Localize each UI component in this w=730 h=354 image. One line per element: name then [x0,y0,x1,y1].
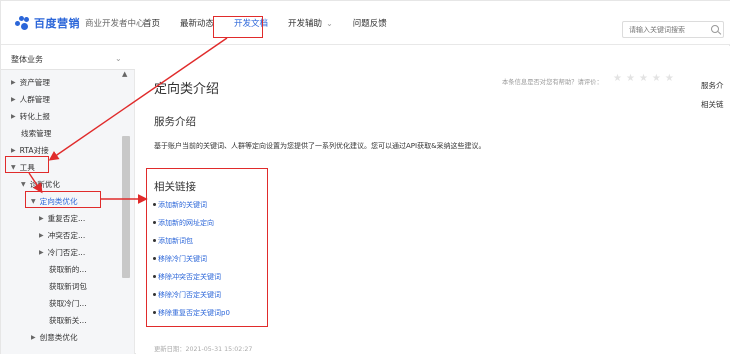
sidebar-item-asset-mgmt[interactable]: ▶ 资产管理 [11,77,50,88]
nav-home[interactable]: 首页 [143,17,160,29]
chevron-down-icon: ⌄ [115,54,122,63]
toc-item-related-links[interactable]: 相关链 [701,95,724,114]
nav-latest-news[interactable]: 最新动态 [180,17,214,29]
update-time: 更新日期：2021-05-31 15:02:27 [154,346,253,353]
sidebar-item-get-new[interactable]: 获取新的... [49,264,87,275]
sidebar-item-leads[interactable]: 线索管理 [21,128,51,139]
search-icon[interactable] [711,25,719,33]
sidebar-item-get-new-keyword[interactable]: 获取新关... [49,315,87,326]
sidebar-item-conflict-negative[interactable]: ▶ 冲突否定... [39,230,85,241]
sidebar-item-audience-mgmt[interactable]: ▶ 人群管理 [11,94,50,105]
annotation-box-related-links [146,168,268,327]
star-icon[interactable]: ★ [639,74,648,84]
sidebar-item-diagnosis[interactable]: ▼ 诊断优化 [21,179,60,190]
annotation-box-dev-docs [213,16,263,38]
sidebar-item-conversion[interactable]: ▶ 转化上报 [11,111,50,122]
caret-down-icon: ▼ [21,181,26,188]
main-nav: 首页 最新动态 开发文档 开发辅助 ⌄ 问题反馈 [143,1,407,45]
scroll-up-arrow-icon[interactable]: ▲ [122,70,127,78]
section-title-service-intro: 服务介绍 [154,116,196,128]
sidebar-item-cold-negative[interactable]: ▶ 冷门否定... [39,247,85,258]
annotation-box-targeting-opt [25,191,101,208]
sidebar-business-select[interactable]: 整体业务 ⌄ [1,46,135,70]
logo-subtitle: 商业开发者中心 [85,19,145,29]
sidebar-header-label: 整体业务 [11,55,43,64]
toc-item-service-intro[interactable]: 服务介 [701,76,724,95]
star-icon[interactable]: ★ [613,74,622,84]
sidebar-item-get-cold[interactable]: 获取冷门... [49,298,87,309]
search-box[interactable] [622,21,724,38]
nav-dev-tools[interactable]: 开发辅助 ⌄ [288,17,333,30]
caret-right-icon: ▶ [39,249,44,256]
search-input[interactable] [623,22,705,37]
baidu-marketing-logo[interactable]: 百度营销 商业开发者中心 [15,15,145,31]
caret-right-icon: ▶ [39,215,44,222]
sidebar-scrollbar[interactable] [122,136,130,278]
sidebar-item-creative-opt[interactable]: ▶ 创意类优化 [31,332,78,343]
star-icon[interactable]: ★ [626,74,635,84]
caret-right-icon: ▶ [11,79,16,86]
sidebar-item-get-new-wordpack[interactable]: 获取新词包 [49,281,87,292]
rating-stars[interactable]: ★ ★ ★ ★ ★ [613,74,674,84]
top-navbar: 百度营销 商业开发者中心 首页 最新动态 开发文档 开发辅助 ⌄ 问题反馈 [1,1,730,45]
chevron-down-icon: ⌄ [326,18,333,28]
section-description: 基于账户当前的关键词、人群等定向设置为您提供了一系列优化建议。您可以通过API获… [154,142,486,150]
caret-right-icon: ▶ [11,96,16,103]
caret-right-icon: ▶ [11,147,16,154]
paw-logo-icon [15,16,31,30]
feedback-prompt: 本条信息是否对您有帮助？请评价： [502,79,603,86]
annotation-box-tools [5,156,49,173]
app-window: 百度营销 商业开发者中心 首页 最新动态 开发文档 开发辅助⌄ 问题反馈 整体业… [0,0,730,354]
star-icon[interactable]: ★ [665,74,674,84]
page-toc: 服务介 相关链 [701,76,724,114]
nav-feedback[interactable]: 问题反馈 [353,17,387,29]
caret-right-icon: ▶ [11,113,16,120]
star-icon[interactable]: ★ [652,74,661,84]
caret-right-icon: ▶ [39,232,44,239]
logo-text: 百度营销 [34,17,80,30]
sidebar-item-rta[interactable]: ▶ RTA对接 [11,145,49,156]
caret-right-icon: ▶ [31,334,36,341]
page-title: 定向类介绍 [154,82,220,97]
sidebar-item-dup-negative[interactable]: ▶ 重复否定... [39,213,85,224]
